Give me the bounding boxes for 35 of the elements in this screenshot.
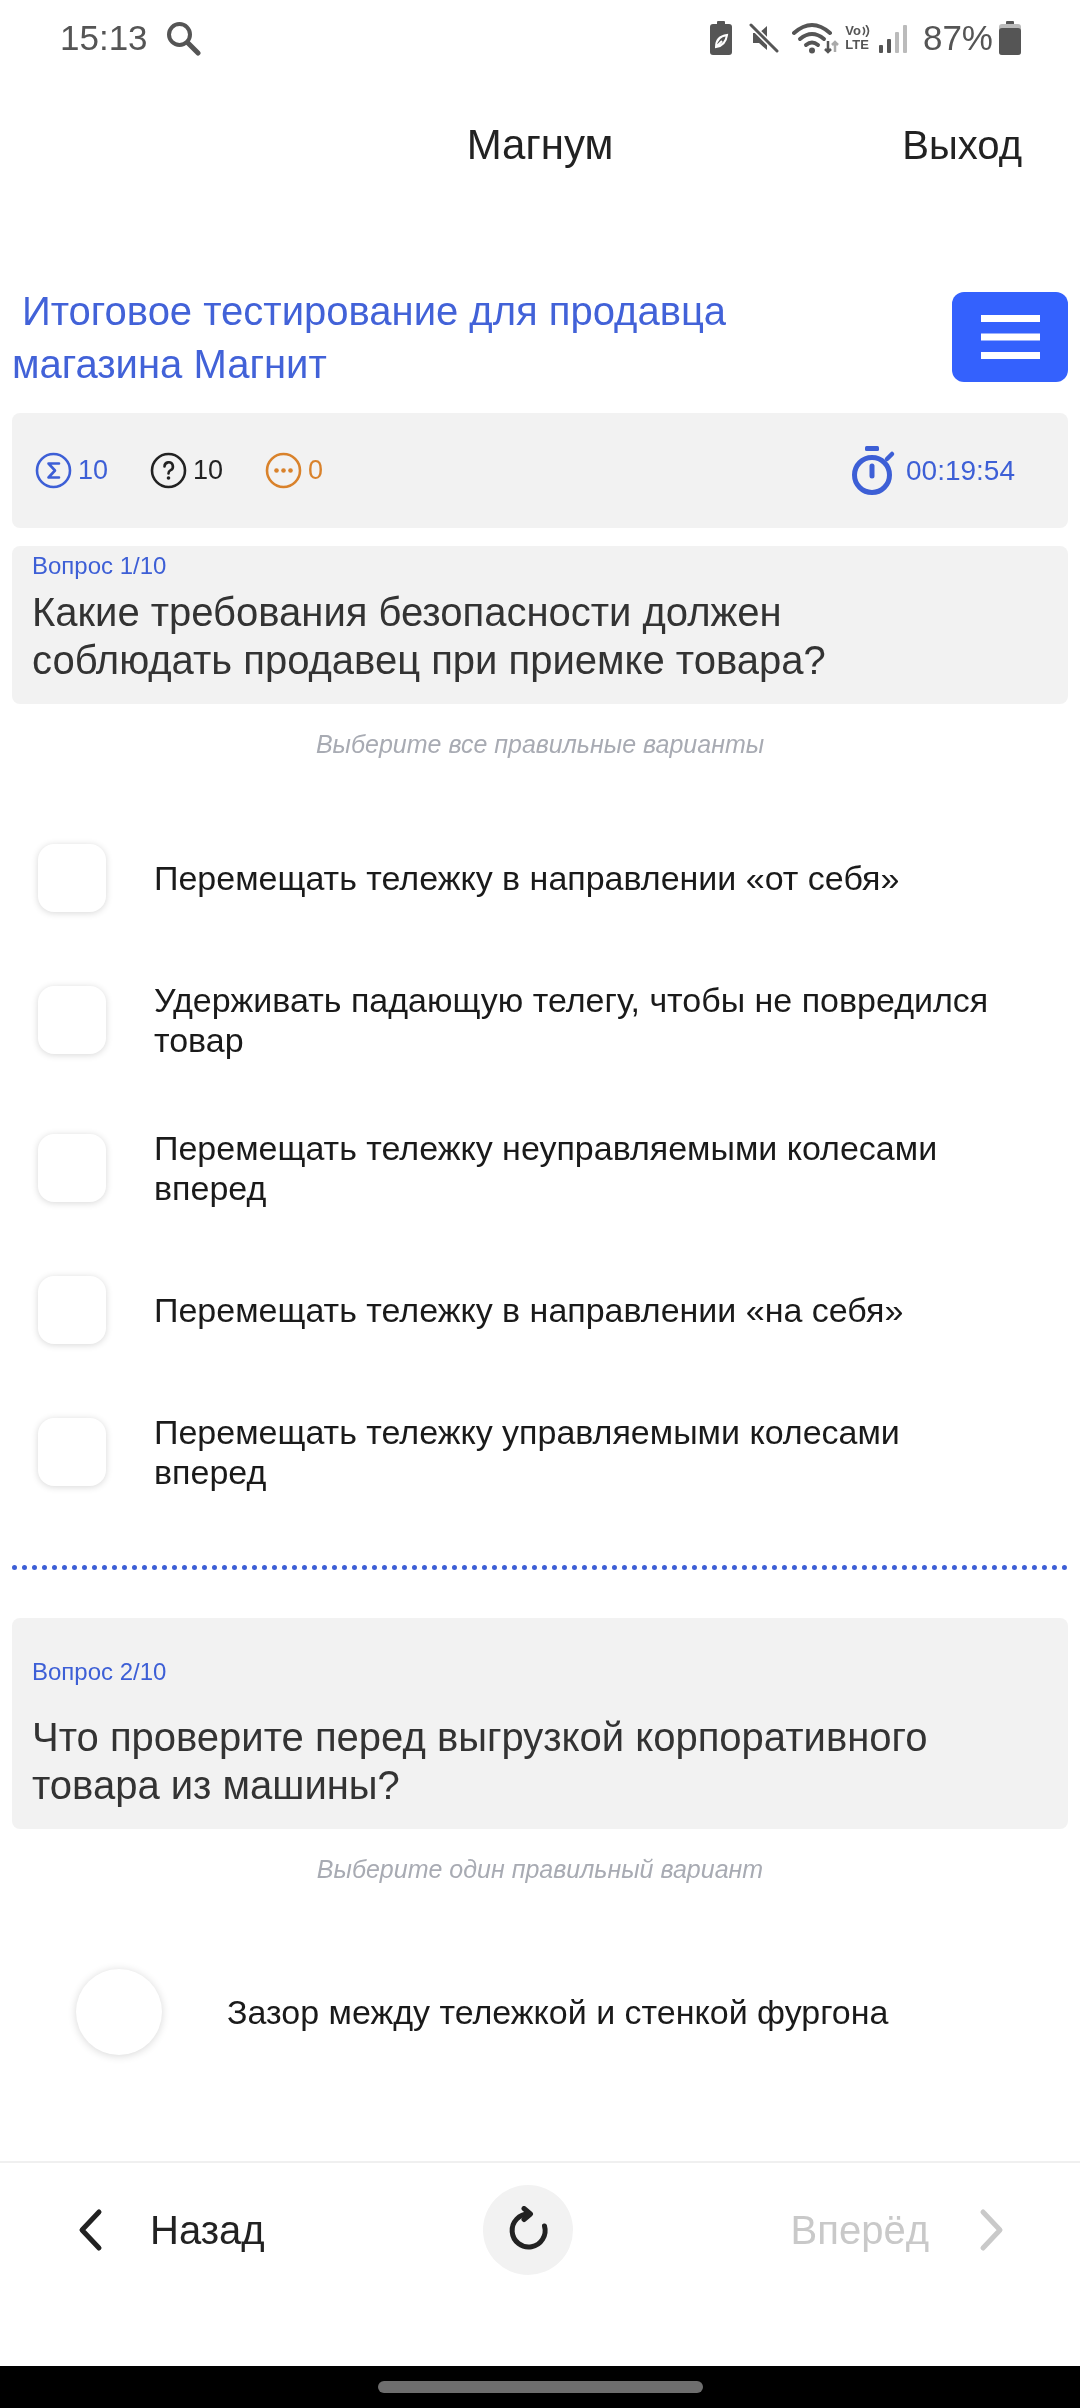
muted-speaker-icon xyxy=(748,22,781,54)
app-title: Магнум xyxy=(466,121,614,169)
instruction-text: Выберите все правильные варианты xyxy=(314,729,766,759)
exit-button[interactable]: Выход xyxy=(902,122,1022,168)
signal-icon xyxy=(878,23,909,53)
volte-indicator: Vo LTE xyxy=(845,24,870,52)
test-title: Итоговое тестирование для продавца магазина Магнит xyxy=(12,288,728,388)
question-text: Что проверите перед выгрузкой корпоративного товара из машины? xyxy=(32,1714,929,1809)
menu-button[interactable] xyxy=(952,292,1068,382)
answer-option-text[interactable]: Перемещать тележку неуправляемыми колесами вперед xyxy=(154,1128,1020,1208)
answer-option-text[interactable]: Перемещать тележку управляемыми колесами вперед xyxy=(154,1412,1020,1492)
timer-text: 00:19:54 xyxy=(906,454,1015,487)
answer-option-text[interactable]: Удерживать падающую телегу, чтобы не повредился товар xyxy=(154,980,1020,1060)
question-number: Вопрос 1/10 xyxy=(32,552,168,580)
chevron-left-icon xyxy=(77,2208,103,2252)
answer-option-text[interactable]: Зазор между тележкой и стенкой фургона xyxy=(227,1992,889,2032)
back-button[interactable]: Назад xyxy=(77,2207,265,2253)
answer-option-text[interactable]: Перемещать тележку в направлении «от себя» xyxy=(154,858,900,898)
count-text: 10 xyxy=(193,455,224,486)
menu-icon xyxy=(980,315,1040,359)
wifi-icon xyxy=(792,21,840,55)
chevron-right-icon xyxy=(978,2208,1004,2252)
battery-percent: 87% xyxy=(922,18,993,58)
battery-icon xyxy=(999,21,1021,55)
search-icon xyxy=(164,20,201,56)
question-number: Вопрос 2/10 xyxy=(32,1658,168,1686)
battery-leaf-icon xyxy=(710,21,733,55)
question-text: Какие требования безопасности должен соблюдать продавец при приемке товара? xyxy=(32,589,827,684)
stopwatch-icon xyxy=(850,445,897,496)
status-time: 15:13 xyxy=(60,18,148,58)
answer-option-text[interactable]: Перемещать тележку в направлении «на себя» xyxy=(154,1290,904,1330)
home-indicator[interactable] xyxy=(377,2381,703,2393)
instruction-text: Выберите один правильный вариант xyxy=(315,1854,765,1884)
count-text: 0 xyxy=(308,455,324,486)
count-text: 10 xyxy=(78,455,109,486)
